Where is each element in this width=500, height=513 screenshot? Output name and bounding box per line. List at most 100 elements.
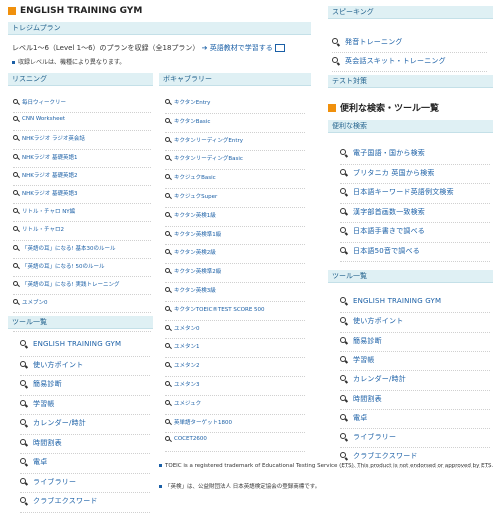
list-item-label: 時間割表	[33, 438, 62, 447]
divider	[13, 257, 151, 259]
list-item[interactable]: 「英語の耳」になる! 基本30のルール	[13, 244, 115, 252]
magnifier-icon	[13, 116, 19, 122]
plan-heading: トレジムプラン	[8, 22, 311, 35]
list-item-label: キクタン英検3級	[174, 288, 216, 294]
list-item[interactable]: ユメブン0	[13, 298, 48, 306]
list-item[interactable]: ユメタン3	[165, 380, 200, 388]
list-item[interactable]: 「英語の耳」になる! 50のルール	[13, 262, 104, 270]
list-item[interactable]: ブリタニカ 英国から検索	[340, 168, 435, 178]
list-item[interactable]: NHKラジオ 基礎英語2	[13, 171, 78, 179]
list-item[interactable]: 日本語50音で調べる	[340, 246, 420, 256]
magnifier-icon	[13, 171, 19, 178]
list-item[interactable]: キクタンリーディングBasic	[165, 154, 243, 162]
list-item[interactable]: ユメタン2	[165, 361, 200, 369]
magnifier-icon	[13, 244, 19, 251]
divider	[165, 112, 305, 114]
list-item[interactable]: キクタンTOEIC®TEST SCORE 500	[165, 305, 265, 313]
list-item-label: キクタン英検2級	[174, 250, 216, 257]
magnifier-icon	[13, 226, 19, 232]
list-item[interactable]: キクジュクBasic	[165, 173, 216, 181]
convenient-title: 便利な検索・ツール一覧	[328, 101, 439, 114]
list-item[interactable]: キクタン英検準1級	[165, 230, 221, 238]
magnifier-icon	[340, 227, 348, 235]
list-item[interactable]: ENGLISH TRAINING GYM	[20, 340, 121, 348]
divider	[165, 432, 305, 434]
magnifier-icon	[332, 38, 340, 46]
list-item[interactable]: ENGLISH TRAINING GYM	[340, 297, 441, 305]
list-item-label: ユメタン0	[174, 325, 200, 332]
list-item[interactable]: キクタン英検2級	[165, 248, 216, 256]
list-item[interactable]: 電卓	[340, 413, 367, 423]
list-item-label: 使い方ポイント	[353, 317, 404, 326]
list-item[interactable]: ユメタン0	[165, 324, 200, 332]
list-item[interactable]: 漢字部首画数一致検索	[340, 207, 425, 217]
list-item[interactable]: NHKラジオ 基礎英語1	[13, 153, 78, 161]
list-item[interactable]: キクタンリーディングEntry	[165, 136, 243, 144]
magnifier-icon	[340, 317, 348, 325]
divider	[20, 472, 150, 474]
list-item[interactable]: 学習帳	[340, 355, 375, 365]
magnifier-icon	[165, 136, 171, 143]
list-item[interactable]: キクタン英検準2級	[165, 267, 221, 275]
list-item[interactable]: NHKラジオ 基礎英語3	[13, 189, 78, 197]
list-item[interactable]: カレンダー/時計	[20, 418, 86, 428]
magnifier-icon	[13, 190, 19, 196]
divider	[13, 221, 151, 223]
list-item[interactable]: 使い方ポイント	[20, 360, 83, 370]
list-item[interactable]: キクジュクSuper	[165, 192, 217, 200]
list-item[interactable]: 簡易診断	[340, 336, 382, 346]
list-item-label: 「英語の耳」になる! 基本30のルール	[22, 245, 116, 252]
list-item[interactable]: ユメタン1	[165, 342, 200, 350]
list-item[interactable]: キクタンBasic	[165, 117, 210, 125]
magnifier-icon	[20, 497, 28, 505]
list-item[interactable]: 使い方ポイント	[340, 316, 403, 326]
divider	[165, 282, 305, 283]
list-item[interactable]: 日本語手書きで調べる	[340, 226, 425, 236]
list-item-label: 日本語キーワード英語例文検索	[353, 188, 454, 196]
divider	[340, 331, 490, 333]
list-item-label: キクタンリーディングBasic	[174, 156, 243, 163]
list-item[interactable]: ライブラリー	[340, 432, 396, 442]
list-item[interactable]: 英会話スキット・トレーニング	[332, 56, 446, 66]
list-item[interactable]: 「英語の耳」になる! 実践トレーニング	[13, 280, 119, 288]
list-item[interactable]: 日本語キーワード英語例文検索	[340, 187, 454, 197]
list-item[interactable]: 簡易診断	[20, 379, 62, 389]
vocab-heading: ボキャブラリー	[159, 73, 311, 86]
magnifier-icon	[20, 477, 28, 486]
list-item[interactable]: リトル・チャロ2	[13, 225, 64, 233]
list-item-label: 時間割表	[353, 394, 382, 403]
list-item[interactable]: 英単語ターゲット1800	[165, 418, 232, 426]
magnifier-icon	[340, 413, 348, 422]
list-item[interactable]: 発音トレーニング	[332, 37, 403, 47]
list-item[interactable]: ユメジュク	[165, 399, 201, 407]
divider	[340, 202, 490, 204]
divider	[13, 203, 151, 205]
list-item[interactable]: カレンダー/時計	[340, 374, 406, 384]
list-item[interactable]: 電卓	[20, 457, 47, 467]
list-item[interactable]: 時間割表	[20, 438, 62, 448]
magnifier-icon	[20, 380, 28, 388]
list-item[interactable]: 毎日ウィークリー	[13, 98, 66, 106]
divider	[165, 376, 305, 377]
magnifier-icon	[13, 208, 19, 214]
list-item-label: NHKラジオ ラジオ英会話	[22, 136, 85, 143]
list-item[interactable]: 学習帳	[20, 399, 55, 409]
list-item[interactable]: キクタン英検3級	[165, 286, 216, 294]
magnifier-icon	[20, 340, 28, 348]
list-item[interactable]: COCET2600	[165, 436, 207, 442]
divider	[13, 112, 151, 114]
divider	[340, 350, 490, 352]
list-item[interactable]: CNN Worksheet	[13, 116, 65, 122]
list-item[interactable]: キクタンEntry	[165, 98, 210, 106]
list-item-label: 電子国語・国から検索	[353, 149, 425, 157]
list-item[interactable]: 時間割表	[340, 394, 382, 404]
list-item[interactable]: クラブエクスワード	[340, 451, 418, 461]
list-item[interactable]: NHKラジオ ラジオ英会話	[13, 134, 85, 142]
plan-link[interactable]: ➔ 英語教材で学習する	[202, 44, 285, 52]
list-item[interactable]: 電子国語・国から検索	[340, 148, 425, 158]
list-item[interactable]: リトル・チャロ NY編	[13, 207, 75, 215]
magnifier-icon	[165, 99, 171, 105]
list-item[interactable]: クラブエクスワード	[20, 496, 98, 506]
list-item[interactable]: ライブラリー	[20, 477, 76, 487]
list-item[interactable]: キクタン英検1級	[165, 211, 216, 219]
